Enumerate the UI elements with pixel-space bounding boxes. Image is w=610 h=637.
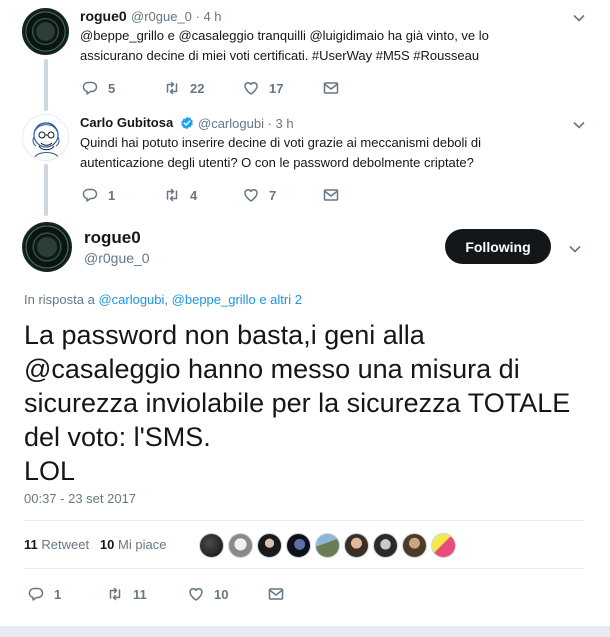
like-stat-count[interactable]: 10 [100,537,114,552]
chevron-down-icon[interactable] [573,12,585,24]
like-button[interactable]: 17 [243,78,283,98]
like-count: 10 [214,586,229,602]
replying-to: In risposta a @carlogubi, @beppe_grillo … [24,292,302,307]
like-count: 7 [269,187,277,203]
message-button[interactable] [323,78,349,98]
like-stat-label[interactable]: Mi piace [118,537,166,552]
liker-avatar[interactable] [344,533,369,558]
divider [24,568,584,569]
envelope-icon [323,189,339,201]
liker-avatar[interactable] [431,533,456,558]
heart-icon [244,189,258,202]
liker-avatar[interactable] [199,533,224,558]
liker-avatar[interactable] [257,533,282,558]
avatar-rogue0[interactable] [22,8,69,55]
reply-button[interactable]: 5 [82,78,115,98]
heart-icon [244,82,258,95]
tweet1-author-handle[interactable]: @r0gue_0 · 4 h [131,9,222,24]
main-actions: 1 11 10 [28,584,428,604]
liker-avatar[interactable] [315,533,340,558]
replying-separator: , [164,292,169,307]
tweet1-text: @beppe_grillo e @casaleggio tranquilli @… [80,26,590,66]
thread-connector [44,164,48,216]
retweet-count: 22 [190,80,205,96]
replying-user-link[interactable]: @beppe_grillo [172,292,256,307]
tweet2-author-handle[interactable]: @carlogubi · 3 h [198,116,294,131]
sketch-portrait-icon [32,122,60,158]
retweet-count: 11 [133,586,147,602]
tweet2-text: Quindi hai potuto inserire decine di vot… [80,133,590,173]
reply-button[interactable]: 1 [28,584,61,604]
tweet1-actions: 5 22 17 [82,78,482,98]
bottom-separator [0,626,610,637]
liker-avatar[interactable] [228,533,253,558]
reply-count: 5 [108,80,116,96]
retweet-stat-label[interactable]: Retweet [41,537,89,552]
reply-icon [28,587,44,601]
engagement-stats: 11 Retweet 10 Mi piace [24,537,166,552]
retweet-button[interactable]: 11 [107,584,147,604]
thread-connector [44,59,48,111]
reply-button[interactable]: 1 [82,185,115,205]
main-text-line1: La password non basta,i geni alla [24,320,425,350]
liker-avatar[interactable] [402,533,427,558]
tweet1-text-line1: @beppe_grillo e @casaleggio tranquilli @… [80,28,489,43]
retweet-icon [166,188,178,202]
message-button[interactable] [268,584,294,604]
replying-others-link[interactable]: e altri 2 [259,292,302,307]
liker-avatar[interactable] [373,533,398,558]
tweet1-author-name[interactable]: rogue0 [80,8,127,24]
replying-prefix: In risposta a [24,292,95,307]
chevron-down-icon[interactable] [573,119,585,131]
main-text-line3: sicurezza inviolabile per la sicurezza T… [24,388,571,418]
verified-badge-icon [181,116,193,130]
retweet-stat-count[interactable]: 11 [24,537,38,552]
heart-icon [189,588,203,601]
like-button[interactable]: 7 [243,185,276,205]
retweet-icon [166,81,178,95]
divider [24,520,584,521]
envelope-icon [268,588,284,600]
like-button[interactable]: 10 [188,584,228,604]
like-count: 17 [269,80,284,96]
retweet-count: 4 [190,187,198,203]
tweet2-actions: 1 4 7 [82,185,482,205]
reply-icon [82,81,98,95]
main-text-line5: LOL [24,456,76,486]
envelope-icon [323,82,339,94]
main-text-line4: del voto: l'SMS. [24,422,211,452]
main-text-line2: @casaleggio hanno messo una misura di [24,354,520,384]
main-tweet-text: La password non basta,i geni alla @casal… [24,318,594,488]
main-author-handle[interactable]: @r0gue_0 [84,250,150,266]
tweet-timestamp[interactable]: 00:37 - 23 set 2017 [24,491,136,506]
tweet2-text-line2: autenticazione degli utenti? O con le pa… [80,155,474,170]
tweet2-author-name[interactable]: Carlo Gubitosa [80,115,173,130]
retweet-icon [109,587,121,601]
replying-user-link[interactable]: @carlogubi [98,292,164,307]
liker-avatar[interactable] [286,533,311,558]
retweet-button[interactable]: 4 [164,185,197,205]
main-author-name[interactable]: rogue0 [84,228,141,248]
avatar-carlo-gubitosa[interactable] [22,114,69,161]
message-button[interactable] [323,185,349,205]
tweet1-text-line2: assicurano decine di miei voti certifica… [80,48,480,63]
following-button[interactable]: Following [445,229,551,264]
reply-icon [82,188,98,202]
avatar-rogue0-main[interactable] [22,222,72,272]
reply-count: 1 [108,187,116,203]
retweet-button[interactable]: 22 [164,78,204,98]
tweet2-text-line1: Quindi hai potuto inserire decine di vot… [80,135,482,150]
reply-count: 1 [54,586,62,602]
chevron-down-icon[interactable] [569,243,581,255]
